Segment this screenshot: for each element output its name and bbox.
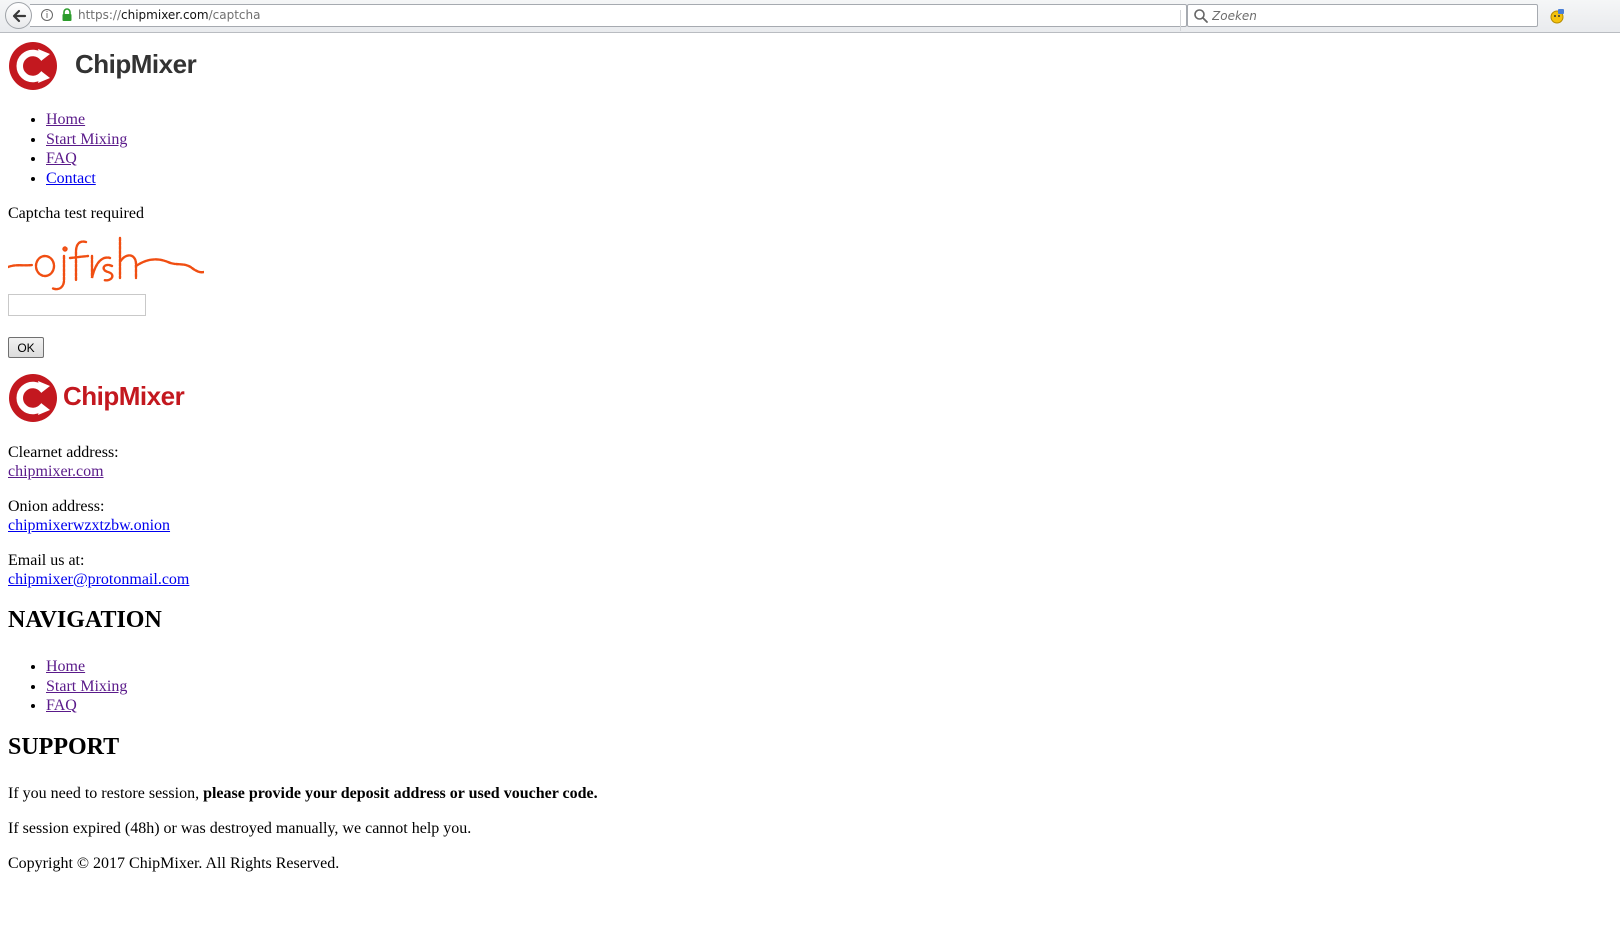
- chipmixer-logo-icon: [9, 374, 57, 422]
- captcha-input[interactable]: [8, 294, 146, 316]
- url-path: /captcha: [208, 8, 261, 22]
- url-scheme: https://: [78, 8, 122, 22]
- page-content: ChipMixer Home Start Mixing FAQ Contact …: [0, 33, 1620, 948]
- onion-line: chipmixerwzxtzbw.onion: [8, 516, 170, 535]
- nav-link-contact[interactable]: Contact: [46, 170, 96, 187]
- clearnet-link[interactable]: chipmixer.com: [8, 463, 104, 480]
- back-button[interactable]: [5, 2, 32, 29]
- back-arrow-icon: [12, 9, 26, 22]
- nav-link-start-mixing[interactable]: Start Mixing: [46, 131, 127, 148]
- footer-nav-link-start-mixing[interactable]: Start Mixing: [46, 678, 127, 695]
- chipmixer-logo-icon: [9, 42, 57, 90]
- url-host: chipmixer.com: [121, 8, 209, 22]
- search-bar[interactable]: [1187, 4, 1538, 27]
- captcha-image: [8, 236, 204, 291]
- url-text[interactable]: https://chipmixer.com/captcha: [78, 8, 260, 22]
- footer-logo-text: ChipMixer: [63, 381, 185, 411]
- header-logo[interactable]: ChipMixer: [8, 40, 208, 92]
- captcha-title: Captcha test required: [8, 205, 144, 222]
- support-restore-text: If you need to restore session, please p…: [8, 784, 598, 803]
- email-link[interactable]: chipmixer@protonmail.com: [8, 571, 189, 588]
- footer-nav-item-start-mixing: Start Mixing: [46, 677, 127, 697]
- navigation-heading: NAVIGATION: [8, 607, 162, 633]
- nav-link-home[interactable]: Home: [46, 111, 85, 128]
- footer-nav-item-home: Home: [46, 657, 127, 677]
- search-icon: [1194, 9, 1208, 23]
- footer-logo[interactable]: ChipMixer: [8, 372, 198, 424]
- email-line: chipmixer@protonmail.com: [8, 570, 189, 589]
- nav-link-faq[interactable]: FAQ: [46, 150, 77, 167]
- onion-label: Onion address:: [8, 498, 105, 515]
- ok-button[interactable]: OK: [8, 337, 44, 358]
- email-label: Email us at:: [8, 552, 85, 569]
- nav-item-home: Home: [46, 110, 127, 130]
- nav-item-start-mixing: Start Mixing: [46, 130, 127, 150]
- clearnet-label: Clearnet address:: [8, 444, 119, 461]
- clearnet-line: chipmixer.com: [8, 462, 104, 481]
- footer-nav-item-faq: FAQ: [46, 696, 127, 716]
- support-expired-text: If session expired (48h) or was destroye…: [8, 820, 472, 837]
- header-nav: Home Start Mixing FAQ Contact: [8, 110, 127, 188]
- footer-nav-link-faq[interactable]: FAQ: [46, 697, 77, 714]
- info-icon[interactable]: i: [41, 9, 53, 21]
- lock-icon[interactable]: [61, 8, 73, 22]
- extension-icon[interactable]: [1549, 8, 1565, 24]
- copyright-text: Copyright © 2017 ChipMixer. All Rights R…: [8, 855, 340, 872]
- support-heading: SUPPORT: [8, 734, 120, 760]
- search-input[interactable]: [1212, 5, 1532, 26]
- support-restore-plain: If you need to restore session,: [8, 785, 204, 802]
- logo-text: ChipMixer: [75, 49, 197, 79]
- onion-link[interactable]: chipmixerwzxtzbw.onion: [8, 517, 170, 534]
- browser-toolbar: i https://chipmixer.com/captcha: [0, 0, 1620, 33]
- url-bar[interactable]: i https://chipmixer.com/captcha: [30, 4, 1202, 31]
- support-restore-bold: please provide your deposit address or u…: [203, 785, 598, 802]
- footer-nav-link-home[interactable]: Home: [46, 658, 85, 675]
- nav-item-contact: Contact: [46, 169, 127, 189]
- footer-nav: Home Start Mixing FAQ: [8, 657, 127, 716]
- nav-item-faq: FAQ: [46, 149, 127, 169]
